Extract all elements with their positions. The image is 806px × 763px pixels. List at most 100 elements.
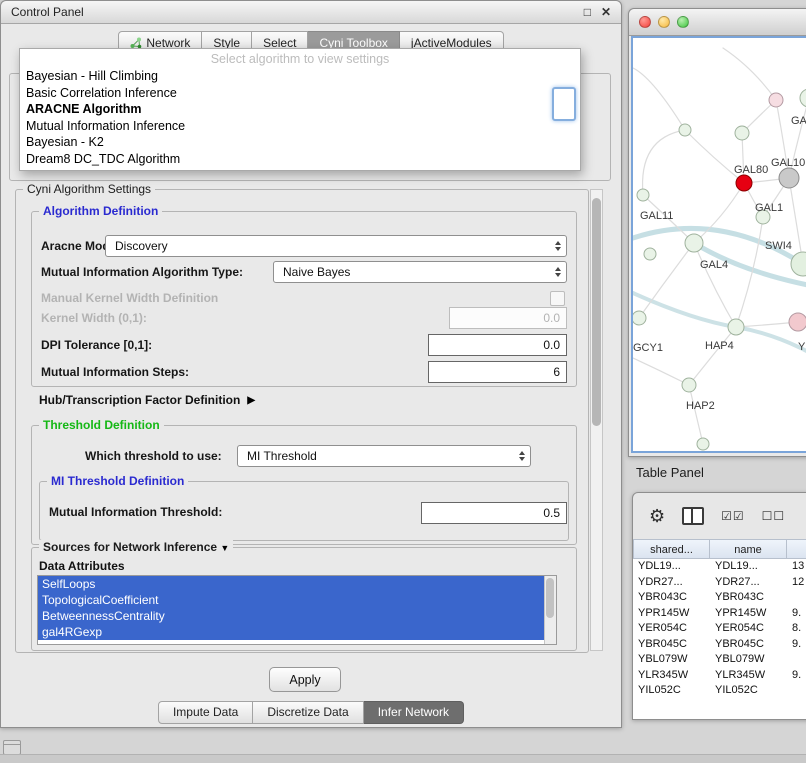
network-node[interactable] [735,126,749,140]
mac-minimize-button[interactable] [658,16,670,28]
select-all-columns-icon[interactable]: ☑☑ [721,509,745,523]
mac-close-button[interactable] [639,16,651,28]
kernel-width-value: 0.0 [543,311,560,325]
expand-arrow-icon[interactable]: ▶ [247,395,255,406]
table-row[interactable]: YBR045CYBR045C9. [633,637,806,653]
control-panel-titlebar[interactable]: Control Panel □ ✕ [1,1,621,24]
settings-scrollbar[interactable] [590,189,603,651]
network-node[interactable] [800,89,806,107]
list-scrollbar[interactable] [544,576,556,644]
table-cell: YBR045C [633,637,710,653]
which-threshold-combo[interactable]: MI Threshold [237,445,531,467]
collapsed-panel-icon[interactable] [3,740,21,755]
table-cell: YER054C [710,621,787,637]
node-label: HAP2 [686,400,715,412]
column-header-shared[interactable]: shared... [633,539,710,559]
network-node[interactable] [736,175,752,191]
float-window-icon[interactable]: □ [584,5,591,19]
network-node[interactable] [637,189,649,201]
attribute-item-topologicalcoefficient[interactable]: TopologicalCoefficient [38,592,544,608]
dropdown-item-basic-correlation-inference[interactable]: Basic Correlation Inference [20,85,580,102]
gear-icon[interactable]: ⚙ [649,507,665,525]
kernel-width-field[interactable]: 0.0 [449,307,567,329]
network-edge [736,327,806,368]
table-row[interactable]: YPR145WYPR145W9. [633,606,806,622]
mi-threshold-field[interactable]: 0.5 [421,502,567,524]
table-row[interactable]: YDR27...YDR27...12 [633,575,806,591]
table-row[interactable]: YER054CYER054C8. [633,621,806,637]
network-node[interactable] [779,168,799,188]
dropdown-placeholder: Select algorithm to view settings [20,49,580,68]
mi-type-combo[interactable]: Naive Bayes [273,261,567,283]
node-label: GAL1 [755,202,783,214]
attribute-item-betweennesscentrality[interactable]: BetweennessCentrality [38,608,544,624]
collapse-arrow-icon[interactable]: ▼ [220,543,229,553]
table-row[interactable]: YIL052CYIL052C [633,683,806,699]
table-row[interactable]: YBL079WYBL079W [633,652,806,668]
network-node[interactable] [633,311,646,325]
dropdown-item-bayesian-k2[interactable]: Bayesian - K2 [20,134,580,151]
table-row[interactable]: YLR345WYLR345W9. [633,668,806,684]
list-scrollbar-thumb[interactable] [546,578,554,618]
mac-zoom-button[interactable] [677,16,689,28]
table-cell: YBL079W [633,652,710,668]
table-cell: YPR145W [633,606,710,622]
tab-infer-network[interactable]: Infer Network [364,701,464,724]
table-header-row: shared...name [633,539,806,559]
mi-threshold-value: 0.5 [543,506,560,520]
attribute-rows: SelfLoopsTopologicalCoefficientBetweenne… [38,576,544,640]
column-header-extra[interactable] [787,539,806,559]
network-window-titlebar[interactable] [629,9,806,36]
mi-type-label: Mutual Information Algorithm Type: [41,265,243,279]
tab-impute-data[interactable]: Impute Data [158,701,253,724]
table-body: YDL19...YDL19...13YDR27...YDR27...12YBR0… [633,559,806,719]
manual-kernel-checkbox[interactable] [550,291,565,306]
network-node[interactable] [728,319,744,335]
deselect-all-columns-icon[interactable]: ☐☐ [762,509,786,523]
data-attributes-label: Data Attributes [39,559,125,573]
column-header-name[interactable]: name [710,539,787,559]
hub-definition-toggle[interactable]: Hub/Transcription Factor Definition ▶ [39,393,255,407]
data-attributes-list[interactable]: SelfLoopsTopologicalCoefficientBetweenne… [37,575,557,645]
table-row[interactable]: YBR043CYBR043C [633,590,806,606]
manual-kernel-label: Manual Kernel Width Definition [41,291,218,305]
network-node[interactable] [789,313,806,331]
network-node[interactable] [697,438,709,450]
network-canvas[interactable]: GALGAL80GAL10GAL11GAL1SWI4GAL4GCY1HAP4YH… [631,36,806,453]
dropdown-items: Bayesian - Hill ClimbingBasic Correlatio… [20,68,580,167]
table-cell: 9. [787,637,806,653]
dpi-tolerance-field[interactable]: 0.0 [428,334,567,356]
network-node[interactable] [644,248,656,260]
attribute-item-selfloops[interactable]: SelfLoops [38,576,544,592]
network-edge [633,358,689,385]
columns-layout-icon[interactable] [682,507,704,525]
table-row[interactable]: YDL19...YDL19...13 [633,559,806,575]
dpi-tolerance-label: DPI Tolerance [0,1]: [41,338,152,352]
table-cell: YPR145W [710,606,787,622]
aracne-mode-combo[interactable]: Discovery [105,235,567,257]
apply-button[interactable]: Apply [269,667,341,692]
dropdown-item-bayesian-hill-climbing[interactable]: Bayesian - Hill Climbing [20,68,580,85]
settings-group-title: Cyni Algorithm Settings [23,182,155,196]
dropdown-item-aracne-algorithm[interactable]: ARACNE Algorithm [20,101,580,118]
network-node[interactable] [769,93,783,107]
table-cell [787,683,806,699]
dropdown-item-dream8-dc-tdc-algorithm[interactable]: Dream8 DC_TDC Algorithm [20,151,580,168]
sources-group-title[interactable]: Sources for Network Inference ▼ [39,540,233,554]
close-icon[interactable]: ✕ [601,5,611,19]
mi-steps-field[interactable]: 6 [428,361,567,383]
attribute-item-gal4rgexp[interactable]: gal4RGexp [38,624,544,640]
mi-type-value: Naive Bayes [283,265,350,279]
table-cell: 12 [787,575,806,591]
table-panel-title: Table Panel [636,465,704,480]
network-node[interactable] [682,378,696,392]
network-node[interactable] [685,234,703,252]
focused-spinner-field[interactable] [552,87,576,121]
dpi-tolerance-value: 0.0 [543,338,560,352]
dropdown-item-mutual-information-inference[interactable]: Mutual Information Inference [20,118,580,135]
table-cell: YIL052C [710,683,787,699]
network-node[interactable] [679,124,691,136]
table-cell: YLR345W [633,668,710,684]
tab-discretize-data[interactable]: Discretize Data [253,701,363,724]
scrollbar-thumb[interactable] [592,198,601,426]
